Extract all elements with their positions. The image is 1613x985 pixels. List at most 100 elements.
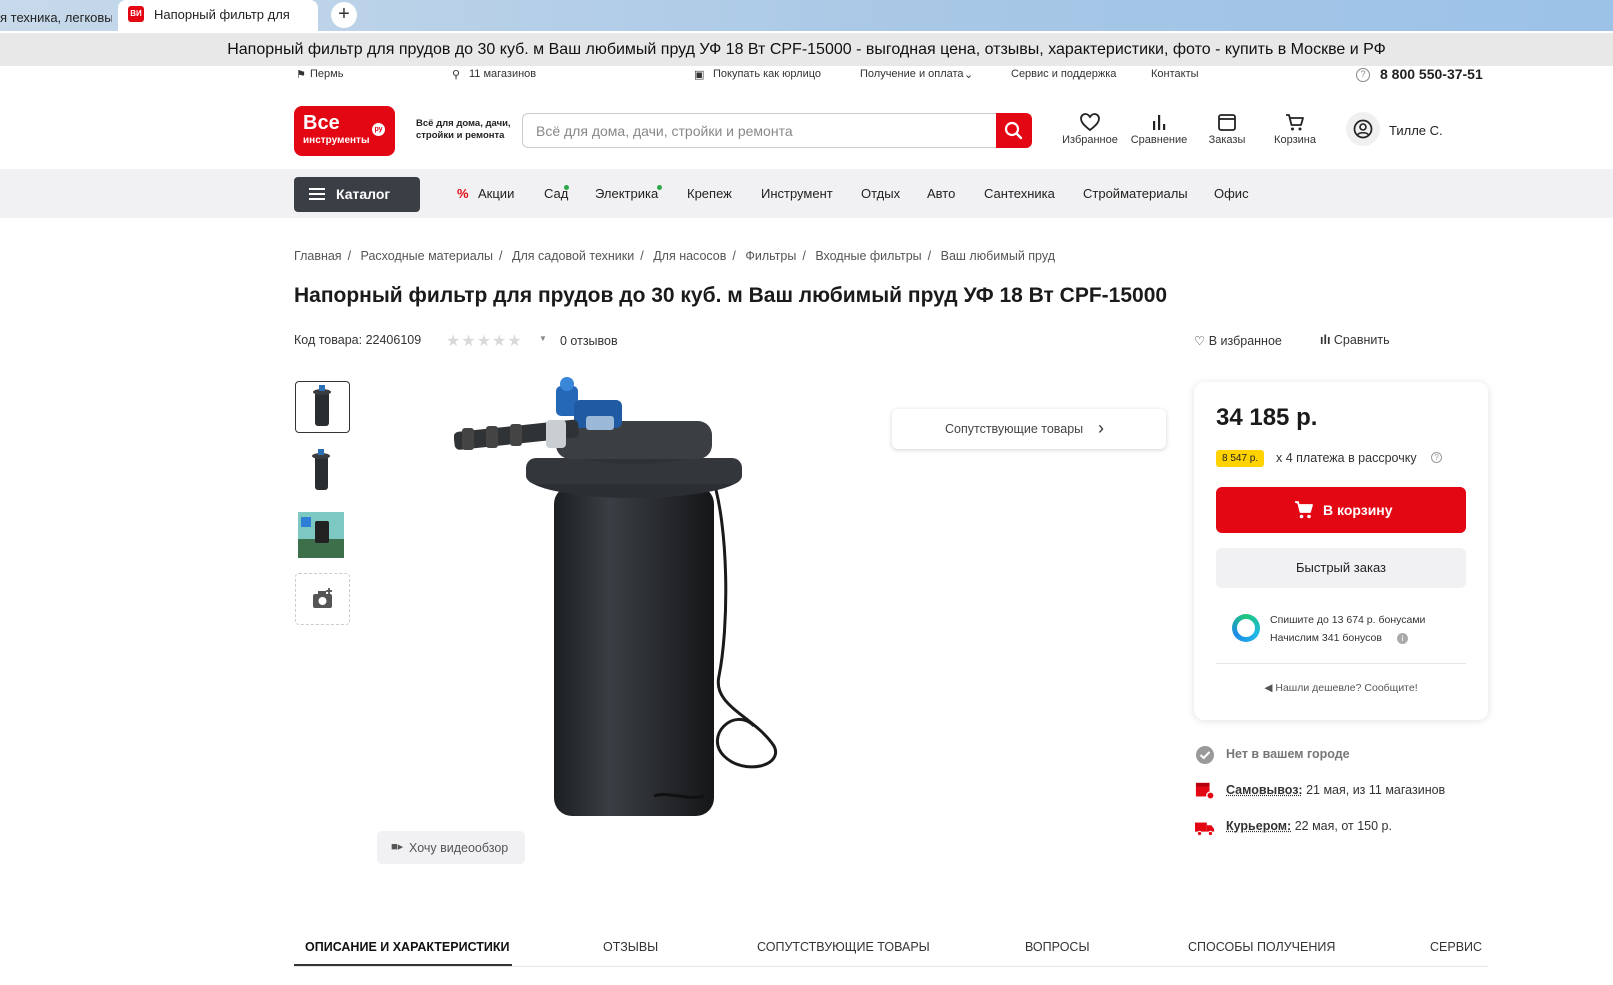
nav-item-tools[interactable]: Инструмент	[761, 186, 833, 201]
catalog-label: Каталог	[336, 186, 391, 202]
cart-button[interactable]: Корзина	[1262, 112, 1328, 146]
tab-reviews[interactable]: ОТЗЫВЫ	[603, 940, 658, 954]
compare-icon	[1153, 115, 1166, 130]
new-dot	[657, 185, 662, 190]
browser-tab-active[interactable]: ВИ Напорный фильтр для ✕	[118, 0, 318, 31]
courier-link[interactable]: Курьером:	[1226, 819, 1291, 833]
nav-item-fasteners[interactable]: Крепеж	[687, 186, 732, 201]
heart-icon	[1080, 113, 1100, 132]
user-avatar[interactable]	[1346, 112, 1380, 146]
new-dot	[564, 185, 569, 190]
logo-badge: ру	[372, 123, 385, 136]
breadcrumb-item[interactable]: Для садовой техники	[512, 249, 634, 263]
compare-link[interactable]: ılı Сравнить	[1320, 333, 1390, 347]
browser-tab-inactive[interactable]: я техника, легковы	[0, 3, 112, 31]
location-pin-icon: ⚲	[452, 69, 461, 81]
tab-delivery-methods[interactable]: СПОСОБЫ ПОЛУЧЕНИЯ	[1188, 940, 1335, 954]
breadcrumb-item[interactable]: Входные фильтры	[815, 249, 921, 263]
tab-description[interactable]: ОПИСАНИЕ И ХАРАКТЕРИСТИКИ	[305, 940, 510, 954]
not-in-city-text: Нет в вашем городе	[1226, 747, 1350, 761]
favorites-label: Избранное	[1062, 134, 1118, 146]
nav-item-leisure[interactable]: Отдых	[861, 186, 900, 201]
add-to-cart-button[interactable]: В корзину	[1216, 487, 1466, 533]
breadcrumb-item[interactable]: Фильтры	[745, 249, 796, 263]
add-photo-button[interactable]	[295, 573, 350, 625]
camera-icon	[313, 588, 332, 608]
tab-service[interactable]: СЕРВИС	[1430, 940, 1482, 954]
user-icon	[1353, 119, 1373, 139]
delivery-payment-link[interactable]: Получение и оплата	[860, 68, 964, 80]
search-input[interactable]	[522, 113, 996, 148]
user-name[interactable]: Тилле С.	[1389, 123, 1443, 138]
nav-item-office[interactable]: Офис	[1214, 186, 1249, 201]
store-pickup-icon	[1195, 782, 1215, 800]
nav-item-plumbing[interactable]: Сантехника	[984, 186, 1055, 201]
nav-item-sales[interactable]: Акции	[478, 186, 514, 201]
bonus-icon	[1232, 614, 1260, 642]
contacts-link[interactable]: Контакты	[1151, 68, 1199, 80]
compare-label: Сравнить	[1333, 333, 1390, 347]
search-button[interactable]	[996, 113, 1032, 148]
pickup-value: 21 мая, из 11 магазинов	[1306, 783, 1446, 797]
add-to-favorites-label: В избранное	[1208, 334, 1282, 348]
favorites-button[interactable]: Избранное	[1057, 112, 1123, 146]
new-tab-button[interactable]: +	[331, 2, 357, 28]
cart-icon	[1295, 501, 1313, 519]
briefcase-icon: ▣	[694, 69, 705, 81]
question-icon: ?	[1356, 68, 1370, 82]
nav-item-building-materials[interactable]: Стройматериалы	[1083, 186, 1188, 201]
courier-value: 22 мая, от 150 р.	[1294, 819, 1392, 833]
phone-number[interactable]: 8 800 550-37-51	[1380, 66, 1483, 82]
nav-item-electrics[interactable]: Электрика	[595, 186, 658, 201]
reviews-link[interactable]: 0 отзывов	[560, 334, 618, 348]
add-to-favorites-link[interactable]: ♡ В избранное	[1194, 333, 1282, 348]
bonus-spend-text: Спишите до 13 674 р. бонусами	[1270, 614, 1426, 626]
catalog-button[interactable]: Каталог	[294, 177, 420, 212]
stores-link[interactable]: 11 магазинов	[469, 68, 536, 80]
chevron-down-icon[interactable]: ▼	[539, 334, 547, 343]
compare-button[interactable]: Сравнение	[1126, 112, 1192, 146]
cart-icon	[1286, 114, 1304, 131]
found-cheaper-label: Нашли дешевле? Сообщите!	[1275, 682, 1418, 694]
found-cheaper-link[interactable]: ◀ Нашли дешевле? Сообщите!	[1194, 682, 1488, 694]
thumbnail[interactable]	[295, 381, 350, 433]
video-review-button[interactable]: ■▸ Хочу видеообзор	[377, 831, 525, 864]
breadcrumb-item[interactable]: Ваш любимый пруд	[941, 249, 1055, 263]
orders-button[interactable]: Заказы	[1194, 112, 1260, 146]
product-code: Код товара: 22406109	[294, 333, 422, 347]
video-camera-icon: ■▸	[391, 841, 404, 853]
info-icon[interactable]: i	[1397, 633, 1408, 644]
quick-order-button[interactable]: Быстрый заказ	[1216, 548, 1466, 588]
video-review-label: Хочу видеообзор	[409, 841, 509, 855]
favicon-icon: ВИ	[128, 6, 144, 22]
thumbnail[interactable]	[295, 509, 350, 561]
flag-icon: ⚑	[296, 69, 306, 81]
courier-info: Курьером: 22 мая, от 150 р.	[1226, 819, 1392, 833]
pickup-link[interactable]: Самовывоз:	[1226, 783, 1303, 797]
thumbnail[interactable]	[295, 444, 350, 496]
service-link[interactable]: Сервис и поддержка	[1011, 68, 1116, 80]
chevron-right-icon: ›	[1098, 418, 1104, 438]
slogan: Всё для дома, дачи, стройки и ремонта	[416, 118, 511, 141]
tabs-divider	[294, 966, 1488, 967]
chevron-down-icon: ⌄	[964, 69, 974, 81]
site-logo[interactable]: Все инструменты ру	[294, 106, 395, 156]
logo-line1: Все	[303, 112, 340, 134]
breadcrumb-item[interactable]: Главная	[294, 249, 342, 263]
breadcrumb-item[interactable]: Для насосов	[653, 249, 726, 263]
check-circle-icon	[1196, 746, 1214, 764]
breadcrumb-item[interactable]: Расходные материалы	[361, 249, 494, 263]
legal-entity-link[interactable]: Покупать как юрлицо	[713, 68, 821, 80]
installment-text[interactable]: х 4 платежа в рассрочку	[1276, 451, 1417, 465]
compare-icon: ılı	[1320, 333, 1331, 347]
add-to-cart-label: В корзину	[1323, 502, 1393, 518]
nav-item-auto[interactable]: Авто	[927, 186, 955, 201]
product-image[interactable]	[453, 376, 794, 826]
tab-questions[interactable]: ВОПРОСЫ	[1025, 940, 1090, 954]
rating-stars[interactable]: ★★★★★	[446, 331, 523, 351]
city-link[interactable]: Пермь	[310, 68, 343, 80]
tab-related-products[interactable]: СОПУТСТВУЮЩИЕ ТОВАРЫ	[757, 940, 930, 954]
help-icon[interactable]: ?	[1431, 452, 1442, 463]
related-products-button[interactable]: Сопутствующие товары ›	[892, 409, 1166, 449]
installment-badge: 8 547 р.	[1216, 450, 1265, 467]
